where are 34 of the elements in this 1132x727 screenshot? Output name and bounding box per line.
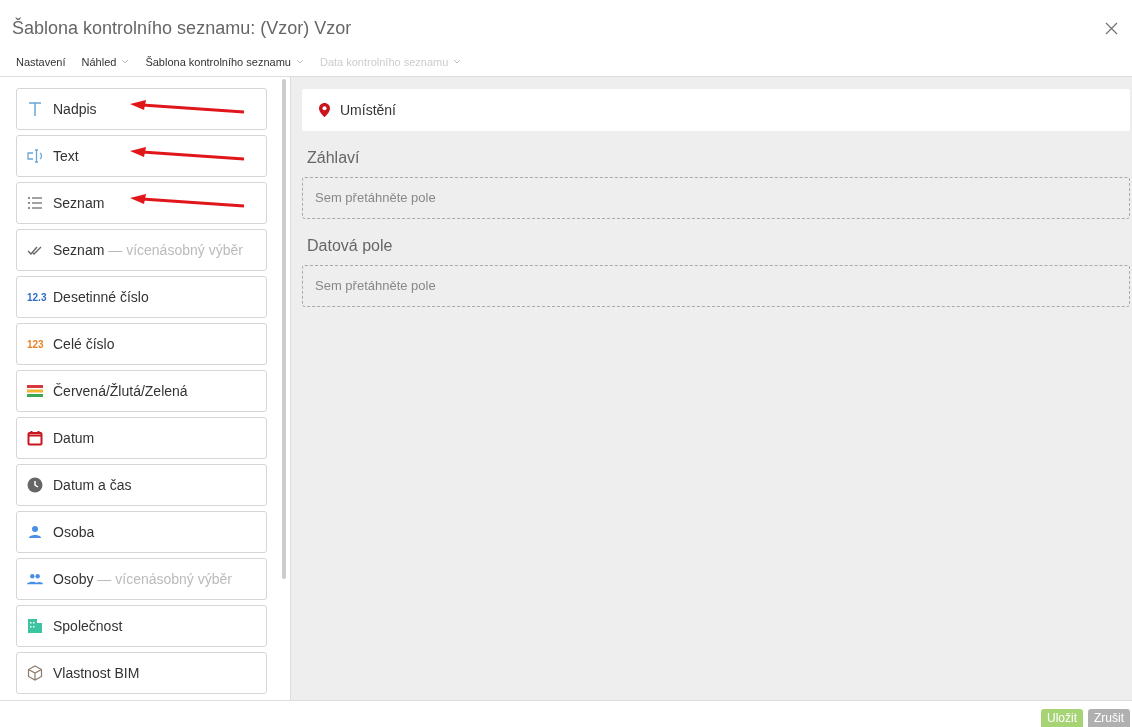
location-label: Umístění: [340, 100, 396, 120]
field-type-item[interactable]: Osoba: [16, 511, 267, 553]
scrollbar[interactable]: [282, 79, 286, 579]
people-icon: [27, 571, 43, 587]
traffic-light-icon: [27, 383, 43, 399]
building-icon: [27, 618, 43, 634]
field-type-item[interactable]: Společnost: [16, 605, 267, 647]
close-icon[interactable]: [1105, 21, 1118, 35]
person-icon: [27, 524, 43, 540]
menu-item[interactable]: Nastavení: [16, 53, 66, 71]
section-heading: Záhlaví: [307, 148, 361, 168]
field-type-item[interactable]: Datum a čas: [16, 464, 267, 506]
menu-item[interactable]: Šablona kontrolního seznamu: [145, 53, 304, 71]
field-type-item[interactable]: Datum: [16, 417, 267, 459]
map-pin-icon: [319, 103, 330, 117]
section-heading: Datová pole: [307, 236, 394, 256]
clock-icon: [27, 477, 43, 493]
text-cursor-icon: [27, 148, 43, 164]
integer-number-icon: 123: [27, 336, 43, 352]
field-type-item[interactable]: Červená/Žlutá/Zelená: [16, 370, 267, 412]
field-type-item[interactable]: 123 Celé číslo: [16, 323, 267, 365]
field-type-item[interactable]: Seznam — vícenásobný výběr: [16, 229, 267, 271]
field-type-item[interactable]: Nadpis: [16, 88, 267, 130]
letter-t-icon: [27, 101, 43, 117]
cube-icon: [27, 665, 43, 681]
field-type-item[interactable]: Osoby — vícenásobný výběr: [16, 558, 267, 600]
field-type-item[interactable]: Text: [16, 135, 267, 177]
menu-item[interactable]: Náhled: [81, 53, 130, 71]
calendar-icon: [27, 430, 43, 446]
field-type-item[interactable]: 12.3 Desetinné číslo: [16, 276, 267, 318]
field-type-item[interactable]: Vlastnost BIM: [16, 652, 267, 694]
window-title: Šablona kontrolního seznamu: (Vzor) Vzor: [12, 16, 352, 40]
list-icon: [27, 195, 43, 211]
field-type-item[interactable]: Seznam: [16, 182, 267, 224]
